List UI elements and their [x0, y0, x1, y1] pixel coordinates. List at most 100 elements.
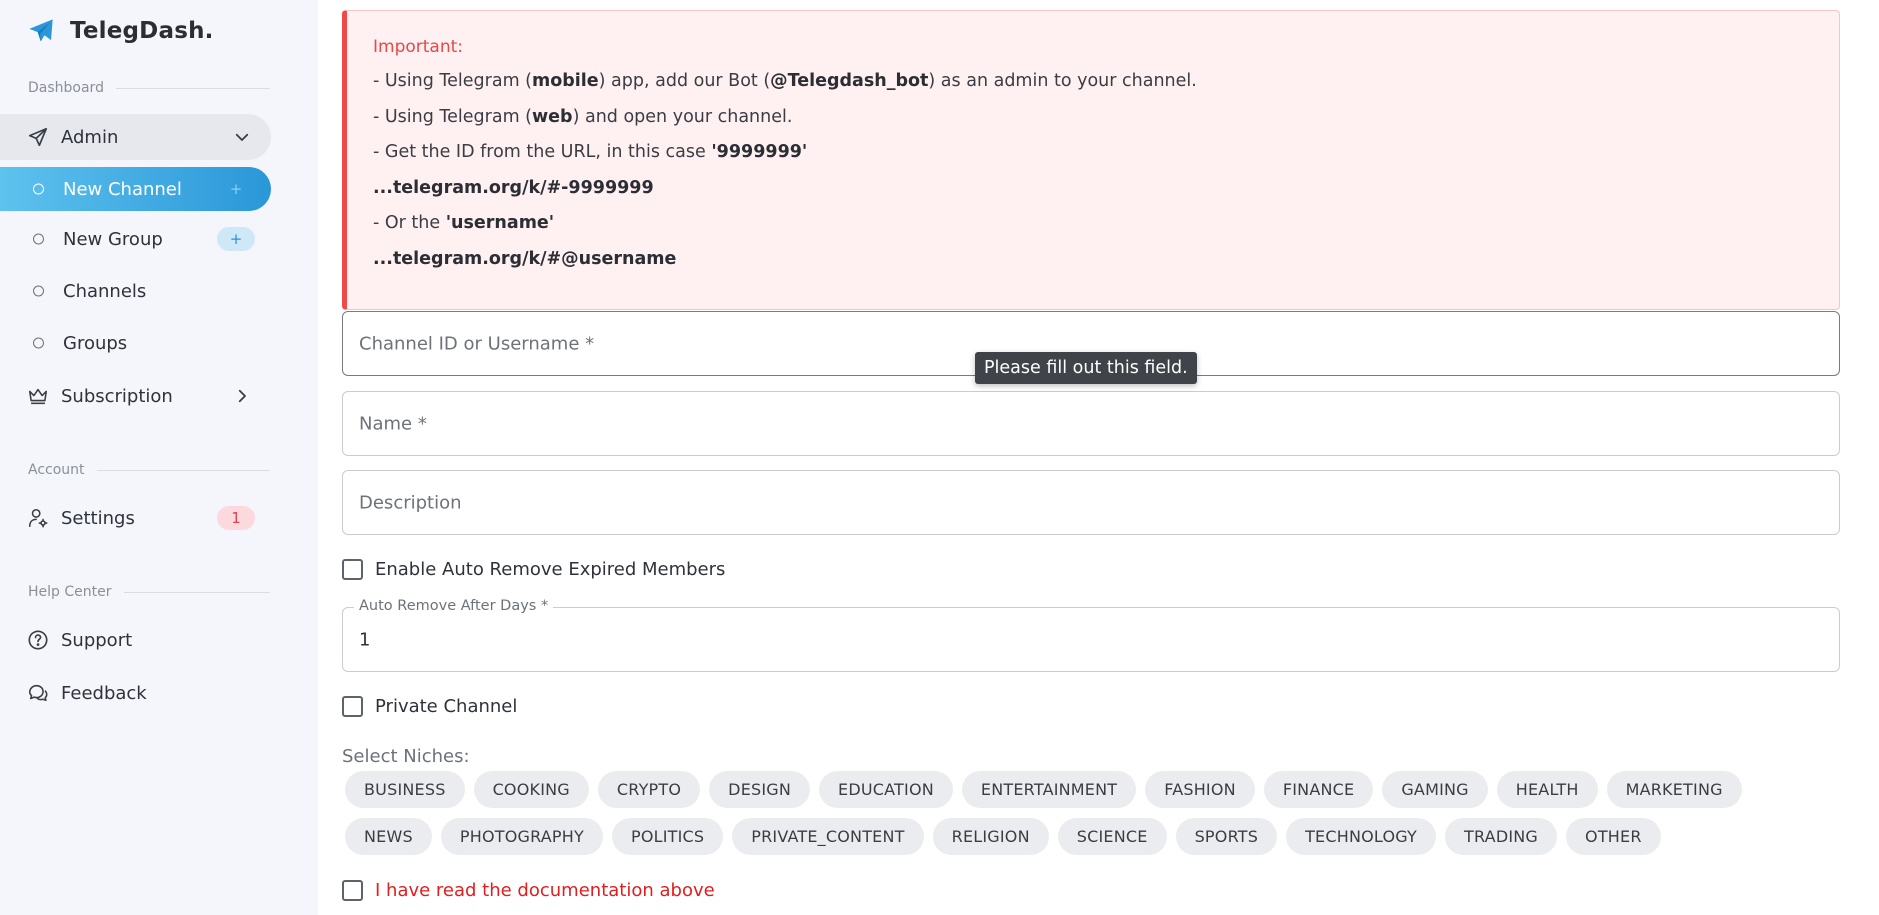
- auto-remove-days-input[interactable]: Auto Remove After Days * 1: [342, 598, 1840, 672]
- alert-line-id-url: ...telegram.org/k/#-9999999: [373, 178, 1813, 199]
- private-channel-checkbox-label: Private Channel: [375, 696, 518, 717]
- brand-name: TelegDash.: [70, 18, 214, 44]
- sidebar-item-groups[interactable]: Groups: [0, 321, 271, 365]
- niche-chip[interactable]: HEALTH: [1496, 771, 1598, 808]
- sidebar-item-subscription-label: Subscription: [61, 385, 173, 407]
- niche-chip[interactable]: MARKETING: [1606, 771, 1742, 808]
- alert-text: - Or the: [373, 213, 446, 234]
- circle-bullet-icon: [33, 183, 44, 195]
- alert-bold-text: mobile: [532, 71, 599, 91]
- niche-chip-list: BUSINESS COOKING CRYPTO DESIGN EDUCATION ENTE…: [345, 771, 1825, 855]
- sidebar-item-new-channel[interactable]: New Channel +: [0, 167, 271, 211]
- niche-chip[interactable]: ENTERTAINMENT: [961, 771, 1137, 808]
- name-input[interactable]: Name *: [342, 391, 1840, 456]
- circle-bullet-icon: [33, 233, 44, 245]
- sidebar-item-channels-label: Channels: [63, 280, 147, 302]
- help-circle-icon: [26, 628, 50, 652]
- niche-chip[interactable]: RELIGION: [932, 818, 1049, 855]
- section-divider: [115, 87, 270, 89]
- section-dashboard: Dashboard: [28, 80, 270, 96]
- niche-chip[interactable]: FASHION: [1145, 771, 1255, 808]
- section-account: Account: [28, 462, 270, 478]
- private-channel-checkbox[interactable]: [342, 696, 363, 717]
- sidebar-item-feedback-label: Feedback: [61, 682, 147, 704]
- alert-text: - Using Telegram (: [373, 106, 533, 127]
- docs-read-checkbox-row[interactable]: I have read the documentation above: [342, 880, 715, 901]
- niche-chip[interactable]: SPORTS: [1175, 818, 1278, 855]
- sidebar-item-channels[interactable]: Channels: [0, 269, 271, 313]
- alert-line-web: - Using Telegram (web) and open your cha…: [373, 107, 1813, 128]
- private-channel-checkbox-row[interactable]: Private Channel: [342, 696, 517, 717]
- sidebar-item-new-group-label: New Group: [63, 228, 163, 250]
- auto-remove-checkbox-label: Enable Auto Remove Expired Members: [375, 559, 726, 580]
- auto-remove-days-label: Auto Remove After Days *: [354, 598, 554, 614]
- niche-chip[interactable]: BUSINESS: [345, 771, 465, 808]
- alert-bold-text: web: [532, 106, 573, 127]
- niche-chip[interactable]: DESIGN: [709, 771, 811, 808]
- sidebar-item-feedback[interactable]: Feedback: [0, 670, 271, 716]
- section-divider: [96, 469, 270, 471]
- auto-remove-checkbox-row[interactable]: Enable Auto Remove Expired Members: [342, 559, 725, 580]
- id-url-example: ...telegram.org/k/#-9999999: [373, 177, 654, 198]
- crown-icon: [26, 384, 50, 408]
- name-placeholder: Name *: [359, 413, 427, 434]
- section-help-center: Help Center: [28, 584, 270, 600]
- settings-notification-badge: 1: [217, 506, 255, 530]
- niche-chip[interactable]: EDUCATION: [819, 771, 953, 808]
- docs-read-checkbox-label: I have read the documentation above: [375, 880, 715, 901]
- sidebar-item-admin-label: Admin: [61, 126, 119, 148]
- brand[interactable]: TelegDash.: [26, 16, 214, 46]
- description-placeholder: Description: [359, 492, 462, 513]
- alert-text: - Get the ID from the URL, in this case: [373, 142, 712, 163]
- circle-bullet-icon: [33, 337, 44, 349]
- niche-chip[interactable]: COOKING: [473, 771, 589, 808]
- alert-line-get-id: - Get the ID from the URL, in this case …: [373, 142, 1813, 163]
- niche-chip[interactable]: FINANCE: [1263, 771, 1374, 808]
- alert-bold-text: 'username': [445, 213, 555, 234]
- alert-bold-text: '9999999': [711, 142, 808, 163]
- chevron-right-icon: [233, 387, 251, 405]
- niche-chip[interactable]: GAMING: [1382, 771, 1488, 808]
- send-icon: [26, 125, 50, 149]
- alert-line-username-url: ...telegram.org/k/#@username: [373, 249, 1813, 270]
- niche-chip[interactable]: OTHER: [1566, 818, 1661, 855]
- circle-bullet-icon: [33, 285, 44, 297]
- niche-chip[interactable]: CRYPTO: [597, 771, 701, 808]
- niche-chip[interactable]: TECHNOLOGY: [1286, 818, 1437, 855]
- chevron-down-icon: [233, 128, 251, 146]
- niche-chip[interactable]: PHOTOGRAPHY: [440, 818, 603, 855]
- new-channel-badge: +: [229, 180, 243, 198]
- important-alert: Important: - Using Telegram (mobile) app…: [342, 10, 1840, 310]
- channel-id-placeholder: Channel ID or Username *: [359, 333, 595, 354]
- sidebar-item-subscription[interactable]: Subscription: [0, 373, 271, 419]
- alert-text: ) app, add our Bot (: [598, 71, 771, 91]
- sidebar-item-new-group[interactable]: New Group +: [0, 217, 271, 261]
- niche-chip[interactable]: SCIENCE: [1057, 818, 1167, 855]
- username-url-example: ...telegram.org/k/#@username: [373, 248, 677, 269]
- niche-chip[interactable]: POLITICS: [611, 818, 724, 855]
- sidebar-item-support[interactable]: Support: [0, 617, 271, 663]
- niche-chip[interactable]: PRIVATE_CONTENT: [732, 818, 924, 855]
- sidebar-item-admin[interactable]: Admin: [0, 114, 271, 160]
- alert-line-mobile: - Using Telegram (mobile) app, add our B…: [373, 71, 1813, 92]
- sidebar-item-new-channel-label: New Channel: [63, 178, 182, 200]
- main-content: Important: - Using Telegram (mobile) app…: [318, 0, 1879, 915]
- telegram-logo-icon: [26, 16, 56, 46]
- niche-chip[interactable]: NEWS: [345, 818, 432, 855]
- sidebar-item-groups-label: Groups: [63, 332, 128, 354]
- sidebar-item-settings-label: Settings: [61, 507, 135, 529]
- docs-read-checkbox[interactable]: [342, 880, 363, 901]
- sidebar: TelegDash. Dashboard Admin New Channel +…: [0, 0, 290, 915]
- section-help-label: Help Center: [28, 584, 112, 600]
- description-input[interactable]: Description: [342, 470, 1840, 535]
- sidebar-item-settings[interactable]: Settings 1: [0, 495, 271, 541]
- section-account-label: Account: [28, 462, 85, 478]
- alert-text: ) as an admin to your channel.: [928, 71, 1197, 91]
- user-settings-icon: [26, 506, 50, 530]
- auto-remove-checkbox[interactable]: [342, 559, 363, 580]
- chat-bubbles-icon: [26, 681, 50, 705]
- auto-remove-days-value: 1: [359, 629, 371, 650]
- alert-text: - Using Telegram (: [373, 71, 533, 91]
- alert-title: Important:: [373, 37, 464, 57]
- niche-chip[interactable]: TRADING: [1445, 818, 1558, 855]
